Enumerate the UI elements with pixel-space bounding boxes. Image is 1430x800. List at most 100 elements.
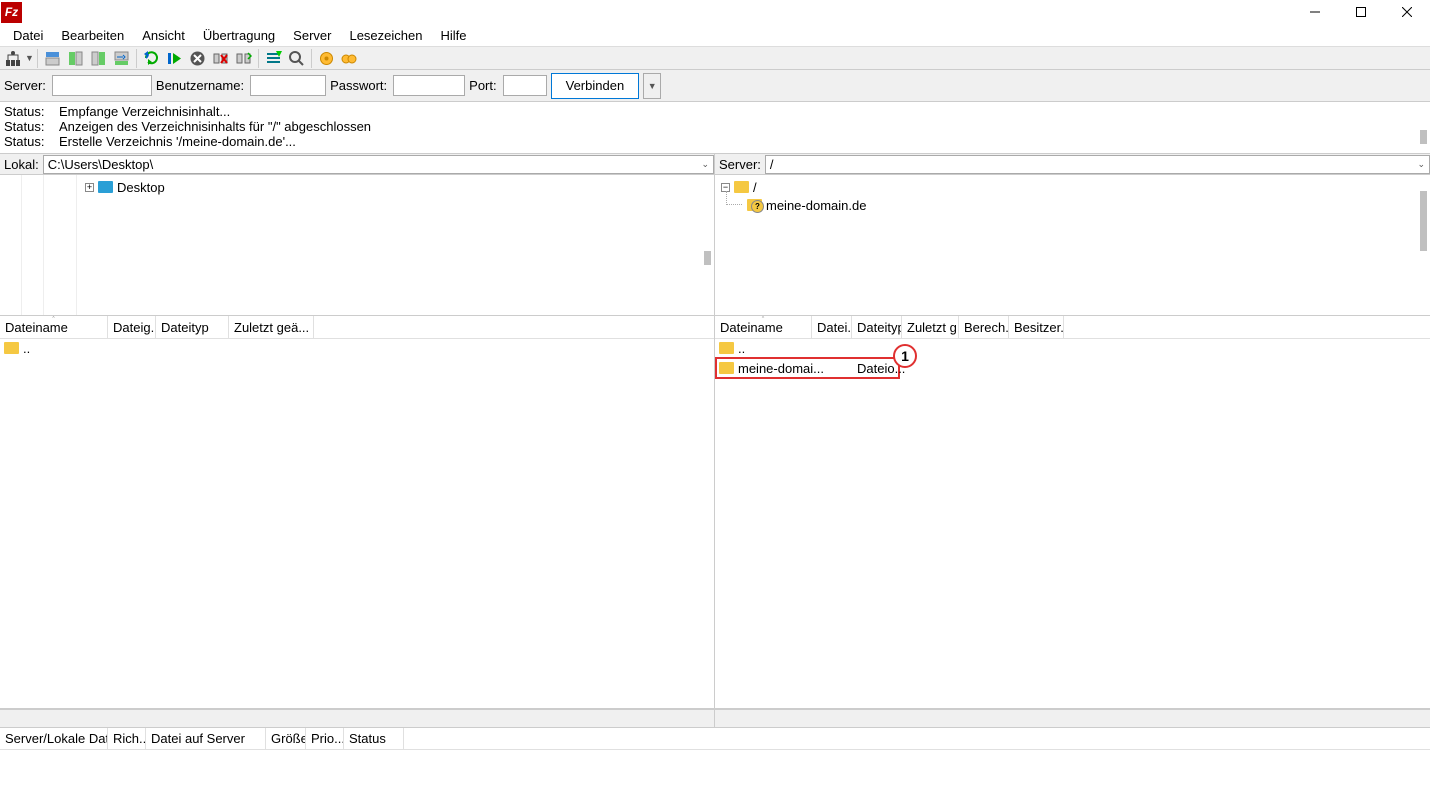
user-label: Benutzername: bbox=[156, 78, 244, 93]
log-label: Status: bbox=[4, 134, 59, 149]
chevron-down-icon: ⌄ bbox=[701, 159, 709, 170]
remote-list-header: ˆDateiname Datei... Dateityp Zuletzt g..… bbox=[715, 316, 1430, 339]
port-input[interactable] bbox=[503, 75, 547, 96]
toggle-queue-icon[interactable] bbox=[110, 47, 133, 70]
process-queue-icon[interactable] bbox=[163, 47, 186, 70]
remote-path-input[interactable]: / ⌄ bbox=[765, 155, 1430, 174]
file-name: .. bbox=[23, 341, 30, 356]
tree-item-label[interactable]: meine-domain.de bbox=[766, 198, 866, 213]
col-richtung[interactable]: Rich... bbox=[108, 728, 146, 749]
quickconnect-bar: Server: Benutzername: Passwort: Port: Ve… bbox=[0, 70, 1430, 102]
col-datei-server[interactable]: Datei auf Server bbox=[146, 728, 266, 749]
col-dateityp[interactable]: Dateityp bbox=[156, 316, 229, 338]
local-path-input[interactable]: C:\Users\Desktop\ ⌄ bbox=[43, 155, 714, 174]
port-label: Port: bbox=[469, 78, 496, 93]
queue-header: Server/Lokale Datei Rich... Datei auf Se… bbox=[0, 728, 1430, 750]
annotation-callout: 1 bbox=[893, 344, 917, 368]
remote-tree[interactable]: − / meine-domain.de bbox=[715, 175, 1430, 316]
remote-path-label: Server: bbox=[715, 157, 765, 172]
remote-pathbar: Server: / ⌄ bbox=[715, 154, 1430, 175]
col-dateityp[interactable]: Dateityp bbox=[852, 316, 902, 338]
user-input[interactable] bbox=[250, 75, 326, 96]
cancel-icon[interactable] bbox=[186, 47, 209, 70]
col-dateiname[interactable]: ˆDateiname bbox=[0, 316, 108, 338]
col-dateigroesse[interactable]: Dateig... bbox=[108, 316, 156, 338]
scrollbar-thumb[interactable] bbox=[704, 251, 711, 265]
app-logo: Fz bbox=[1, 2, 22, 23]
local-path-label: Lokal: bbox=[0, 157, 43, 172]
folder-icon bbox=[98, 181, 113, 193]
maximize-button[interactable] bbox=[1338, 0, 1384, 24]
log-label: Status: bbox=[4, 104, 59, 119]
list-item[interactable]: .. bbox=[0, 339, 714, 357]
scrollbar-thumb[interactable] bbox=[1420, 191, 1427, 251]
sync-browse-icon[interactable] bbox=[315, 47, 338, 70]
site-manager-dropdown[interactable]: ▼ bbox=[25, 53, 34, 63]
folder-icon bbox=[4, 342, 19, 354]
col-besitzer[interactable]: Besitzer... bbox=[1009, 316, 1064, 338]
connect-button[interactable]: Verbinden bbox=[551, 73, 640, 99]
log-msg: Erstelle Verzeichnis '/meine-domain.de'.… bbox=[59, 134, 296, 149]
col-datei[interactable]: Datei... bbox=[812, 316, 852, 338]
menu-bearbeiten[interactable]: Bearbeiten bbox=[52, 25, 133, 46]
server-input[interactable] bbox=[52, 75, 152, 96]
pass-input[interactable] bbox=[393, 75, 465, 96]
log-label: Status: bbox=[4, 119, 59, 134]
log-msg: Empfange Verzeichnisinhalt... bbox=[59, 104, 230, 119]
local-file-list[interactable]: ˆDateiname Dateig... Dateityp Zuletzt ge… bbox=[0, 316, 714, 709]
transfer-queue[interactable]: Server/Lokale Datei Rich... Datei auf Se… bbox=[0, 727, 1430, 778]
menubar: Datei Bearbeiten Ansicht Übertragung Ser… bbox=[0, 24, 1430, 47]
folder-icon bbox=[719, 342, 734, 354]
toggle-local-tree-icon[interactable] bbox=[64, 47, 87, 70]
site-manager-icon[interactable] bbox=[2, 47, 25, 70]
titlebar: Fz bbox=[0, 0, 1430, 24]
toolbar: ▼ bbox=[0, 47, 1430, 70]
server-label: Server: bbox=[4, 78, 46, 93]
chevron-down-icon: ⌄ bbox=[1417, 159, 1425, 170]
filter-icon[interactable] bbox=[262, 47, 285, 70]
file-name: meine-domai... bbox=[738, 361, 833, 376]
col-zuletzt[interactable]: Zuletzt g... bbox=[902, 316, 959, 338]
remote-file-list[interactable]: ˆDateiname Datei... Dateityp Zuletzt g..… bbox=[715, 316, 1430, 709]
scrollbar-thumb[interactable] bbox=[1420, 130, 1427, 144]
compare-icon[interactable] bbox=[285, 47, 308, 70]
pass-label: Passwort: bbox=[330, 78, 387, 93]
local-tree[interactable]: + Desktop bbox=[0, 175, 714, 316]
menu-server[interactable]: Server bbox=[284, 25, 340, 46]
list-item-highlighted[interactable]: meine-domai... Dateio... bbox=[715, 357, 900, 379]
reconnect-icon[interactable] bbox=[232, 47, 255, 70]
file-name: .. bbox=[738, 341, 745, 356]
close-button[interactable] bbox=[1384, 0, 1430, 24]
menu-ansicht[interactable]: Ansicht bbox=[133, 25, 194, 46]
list-item[interactable]: .. bbox=[715, 339, 1430, 357]
menu-uebertragung[interactable]: Übertragung bbox=[194, 25, 284, 46]
toggle-remote-tree-icon[interactable] bbox=[87, 47, 110, 70]
col-server-local[interactable]: Server/Lokale Datei bbox=[0, 728, 108, 749]
local-pathbar: Lokal: C:\Users\Desktop\ ⌄ bbox=[0, 154, 714, 175]
col-status[interactable]: Status bbox=[344, 728, 404, 749]
col-zuletzt[interactable]: Zuletzt geä... bbox=[229, 316, 314, 338]
tree-item-label[interactable]: Desktop bbox=[117, 180, 165, 195]
log-msg: Anzeigen des Verzeichnisinhalts für "/" … bbox=[59, 119, 371, 134]
tree-item-label[interactable]: / bbox=[753, 180, 757, 195]
menu-hilfe[interactable]: Hilfe bbox=[431, 25, 475, 46]
connect-dropdown[interactable]: ▼ bbox=[643, 73, 661, 99]
refresh-icon[interactable] bbox=[140, 47, 163, 70]
toggle-log-icon[interactable] bbox=[41, 47, 64, 70]
minimize-button[interactable] bbox=[1292, 0, 1338, 24]
menu-lesezeichen[interactable]: Lesezeichen bbox=[340, 25, 431, 46]
col-prio[interactable]: Prio... bbox=[306, 728, 344, 749]
col-dateiname[interactable]: ˆDateiname bbox=[715, 316, 812, 338]
col-berechtigungen[interactable]: Berech... bbox=[959, 316, 1009, 338]
folder-unknown-icon bbox=[747, 199, 762, 211]
col-groesse[interactable]: Größe bbox=[266, 728, 306, 749]
find-icon[interactable] bbox=[338, 47, 361, 70]
disconnect-icon[interactable] bbox=[209, 47, 232, 70]
remote-status bbox=[715, 709, 1430, 727]
folder-icon bbox=[719, 362, 734, 374]
tree-expander[interactable]: + bbox=[85, 183, 94, 192]
local-list-header: ˆDateiname Dateig... Dateityp Zuletzt ge… bbox=[0, 316, 714, 339]
log-pane[interactable]: Status:Empfange Verzeichnisinhalt... Sta… bbox=[0, 102, 1430, 154]
local-status bbox=[0, 709, 714, 727]
menu-datei[interactable]: Datei bbox=[4, 25, 52, 46]
